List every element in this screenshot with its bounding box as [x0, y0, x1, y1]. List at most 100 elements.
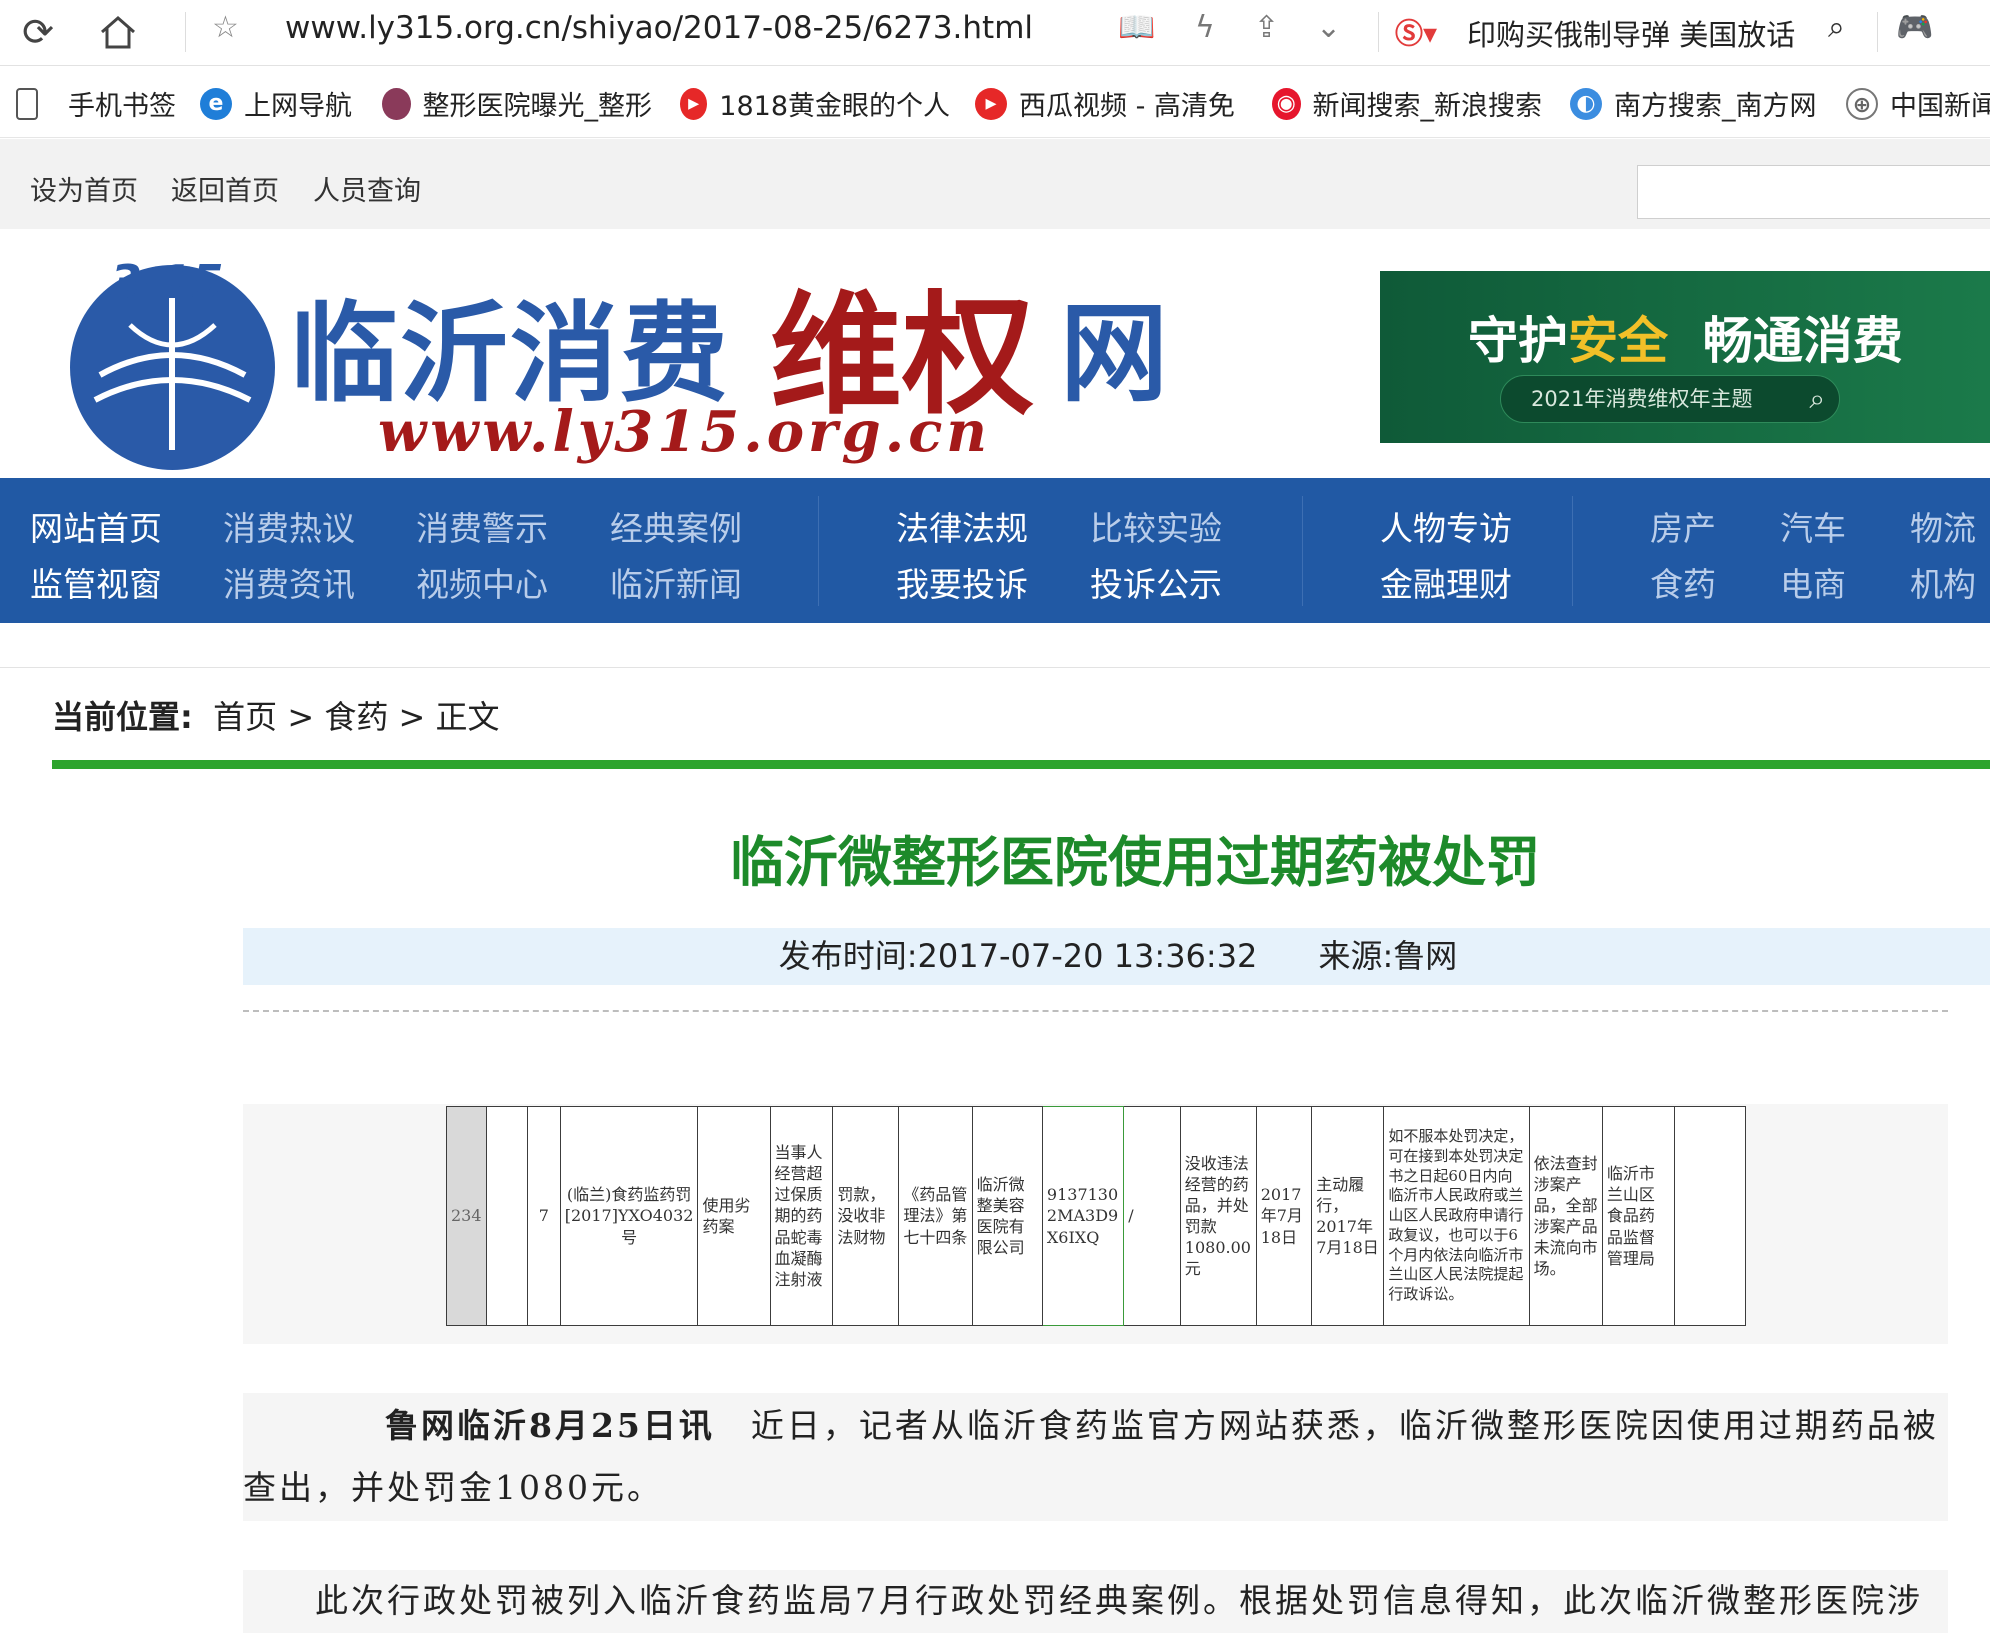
ad-theme-label: 2021年消费维权年主题 [1531, 387, 1753, 411]
nav-laws[interactable]: 法律法规 [896, 502, 1028, 550]
globe-icon: ⊕ [1846, 87, 1878, 120]
ad-slogan-c: 畅通消费 [1702, 312, 1903, 370]
bookmark-label: 西瓜视频 - 高清免 [1019, 91, 1235, 122]
bookmark-label: 1818黄金眼的个人 [719, 91, 950, 122]
ad-banner[interactable]: 守护安全 畅通消费 2021年消费维权年主题 ⌕ [1380, 271, 1990, 443]
toolbar-divider [1877, 12, 1878, 52]
search-input[interactable]: 印购买俄制导弹 美国放话 [1467, 12, 1795, 54]
table-row: 234 7 (临兰)食药监药罚[2017]YXO4032号 使用劣药案 当事人经… [446, 1106, 1746, 1326]
table-cell-remedy: 如不服本处罚决定，可在接到本处罚决定书之日起60日内向临沂市人民政府或兰山区人民… [1383, 1106, 1530, 1326]
bookmark-label: 上网导航 [244, 91, 352, 122]
site-title-part3: 网 [1060, 292, 1169, 417]
bookmark-item[interactable]: ◐ 南方搜索_南方网 [1570, 84, 1817, 123]
table-cell-legal-rep: / [1123, 1106, 1181, 1326]
table-cell-note: 依法查封涉案产品，全部涉案产品未流向市场。 [1528, 1106, 1603, 1326]
article-paragraph: 此次行政处罚被列入临沂食药监局7月行政处罚经典案例。根据处罚信息得知，此次临沂微… [243, 1570, 1948, 1633]
bookmark-item[interactable]: 手机书签 [16, 84, 176, 123]
nav-linyi-news[interactable]: 临沂新闻 [610, 558, 742, 606]
back-home-link[interactable]: 返回首页 [171, 169, 279, 208]
site-banner: 3·15 临沂消费 维权 网 www.ly315.org.cn 守护安全 畅通消… [0, 229, 1990, 478]
lightning-icon[interactable]: ϟ [1195, 10, 1215, 45]
bookmark-label: 手机书签 [68, 91, 176, 122]
table-cell-basis: 《药品管理法》第七十四条 [898, 1106, 973, 1326]
nav-food-drug[interactable]: 食药 [1650, 558, 1716, 606]
nav-home[interactable]: 网站首页 [30, 502, 162, 550]
nav-complaint-notice[interactable]: 投诉公示 [1090, 558, 1222, 606]
bookmark-item[interactable]: 整形医院曝光_整形 [382, 84, 652, 123]
toolbar-divider [185, 12, 186, 52]
table-cell-authority: 临沂市兰山区食品药品监督管理局 [1601, 1106, 1676, 1326]
breadcrumb: 当前位置: 首页 > 食药 > 正文 [52, 692, 499, 738]
nav-consumer-news[interactable]: 消费资讯 [223, 558, 355, 606]
game-icon[interactable]: 🎮 [1896, 10, 1933, 45]
main-nav: 网站首页 消费热议 消费警示 经典案例 法律法规 比较实验 人物专访 房产 汽车… [0, 478, 1990, 623]
refresh-icon[interactable]: ⟳ [10, 4, 66, 60]
nav-video[interactable]: 视频中心 [416, 558, 548, 606]
nav-complaint[interactable]: 我要投诉 [896, 558, 1028, 606]
video-play-icon: ▸ [975, 87, 1007, 120]
meta-divider [243, 1010, 1948, 1012]
bookmark-label: 新闻搜索_新浪搜索 [1312, 91, 1543, 122]
staff-query-link[interactable]: 人员查询 [313, 169, 421, 208]
table-cell-fulfillment: 主动履行，2017年7月18日 [1311, 1106, 1385, 1326]
section-divider [0, 667, 1990, 668]
video-play-icon: ▸ [680, 87, 708, 120]
site-url-logo: www.ly315.org.cn [378, 399, 992, 465]
ad-slogan-a: 守护 [1468, 312, 1568, 370]
bookmark-item[interactable]: ▸ 西瓜视频 - 高清免 [975, 84, 1240, 123]
nav-comparison[interactable]: 比较实验 [1090, 502, 1222, 550]
nav-cases[interactable]: 经典案例 [610, 502, 742, 550]
set-homepage-link[interactable]: 设为首页 [30, 169, 138, 208]
table-cell-case-name: 使用劣药案 [697, 1106, 771, 1326]
ie-icon: e [200, 87, 232, 120]
breadcrumb-rule [52, 760, 1990, 769]
site-top-bar: 设为首页 返回首页 人员查询 [0, 139, 1990, 229]
breadcrumb-path[interactable]: 首页 > 食药 > 正文 [213, 698, 499, 736]
search-engine-icon[interactable]: Ⓢ▾ [1395, 12, 1437, 52]
reader-icon[interactable]: 📖 [1118, 10, 1155, 45]
bookmark-item[interactable]: ▸ 1818黄金眼的个人 [680, 84, 950, 123]
nav-interviews[interactable]: 人物专访 [1380, 502, 1512, 550]
nav-ecommerce[interactable]: 电商 [1780, 558, 1846, 606]
penalty-table: 234 7 (临兰)食药监药罚[2017]YXO4032号 使用劣药案 当事人经… [446, 1106, 1746, 1326]
address-bar[interactable]: www.ly315.org.cn/shiyao/2017-08-25/6273.… [285, 10, 1033, 46]
table-cell-seq: 7 [526, 1106, 561, 1326]
search-icon: ⌕ [1809, 382, 1825, 415]
nav-institutions[interactable]: 机构 [1910, 558, 1976, 606]
site-search-input[interactable] [1637, 165, 1990, 219]
home-icon[interactable] [90, 4, 146, 60]
article-meta: 发布时间:2017-07-20 13:36:32 来源:鲁网 [243, 928, 1990, 985]
bookmark-label: 中国新闻 [1890, 91, 1990, 122]
phone-icon [16, 87, 38, 120]
table-cell-credit-code: 91371302MA3D9X6IXQ [1041, 1106, 1125, 1326]
bookmark-label: 整形医院曝光_整形 [422, 91, 653, 122]
bookmark-item[interactable]: e 上网导航 [200, 84, 352, 123]
table-cell-row-no: 234 [446, 1106, 487, 1326]
ad-slogan: 守护安全 畅通消费 [1468, 301, 1903, 373]
bookmark-item[interactable]: ◉ 新闻搜索_新浪搜索 [1272, 84, 1542, 123]
nav-logistics[interactable]: 物流 [1910, 502, 1976, 550]
nav-finance[interactable]: 金融理财 [1380, 558, 1512, 606]
bookmark-item[interactable]: ⊕ 中国新闻 [1846, 84, 1990, 123]
bookmarks-bar: 手机书签 e 上网导航 整形医院曝光_整形 ▸ 1818黄金眼的个人 ▸ 西瓜视… [0, 66, 1990, 138]
nav-divider [1572, 496, 1573, 606]
nav-warnings[interactable]: 消费警示 [416, 502, 548, 550]
table-cell-penalty-type: 罚款，没收非法财物 [832, 1106, 900, 1326]
nav-divider [818, 496, 819, 606]
chevron-down-icon[interactable]: ⌄ [1316, 10, 1341, 45]
table-cell-decision-date: 2017年7月18日 [1255, 1106, 1313, 1326]
search-icon[interactable]: ⌕ [1828, 10, 1845, 45]
nav-auto[interactable]: 汽车 [1780, 502, 1846, 550]
nav-divider [1302, 496, 1303, 606]
nav-realestate[interactable]: 房产 [1650, 502, 1716, 550]
article-paragraph: 鲁网临沂8月25日讯 近日，记者从临沂食药监官方网站获悉，临沂微整形医院因使用过… [243, 1393, 1948, 1521]
nav-supervision[interactable]: 监管视窗 [30, 558, 162, 606]
ad-slogan-b: 安全 [1568, 312, 1668, 370]
publish-label: 发布时间: [778, 937, 918, 975]
ad-theme-pill: 2021年消费维权年主题 ⌕ [1500, 375, 1840, 423]
toolbar-divider [1378, 12, 1379, 52]
star-icon[interactable]: ☆ [212, 10, 239, 45]
nav-hot-topics[interactable]: 消费热议 [223, 502, 355, 550]
share-icon[interactable]: ⇪ [1254, 10, 1279, 45]
breadcrumb-label: 当前位置: [52, 698, 193, 736]
